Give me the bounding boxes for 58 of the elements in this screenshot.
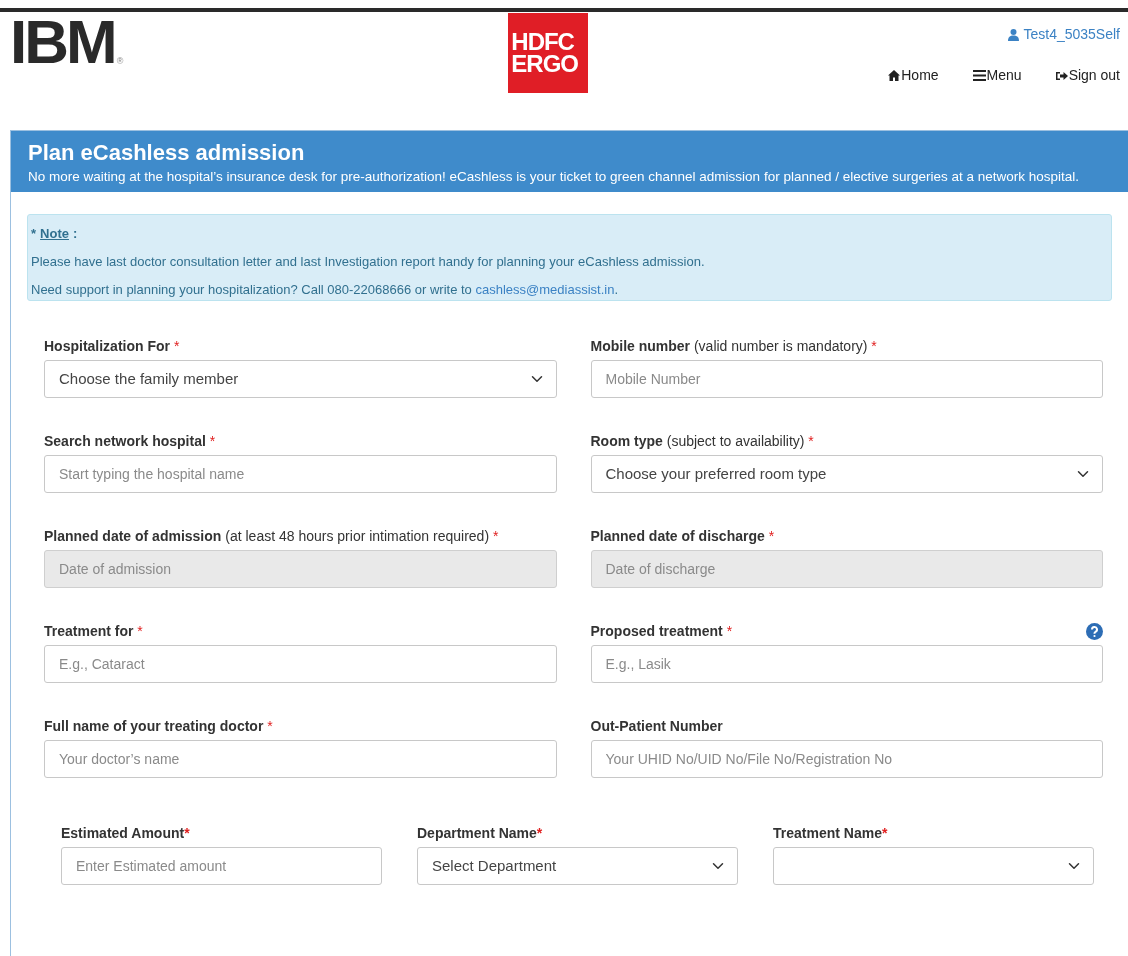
note-text: Need support in planning your hospitalization? Call 080-22068666 or write to cashless@mediassist.in. [31,281,619,299]
required-asterisk: * [536,825,543,841]
input-field[interactable]: Start typing the hospital name [44,455,557,493]
field-label: Planned date of discharge * [590,526,775,546]
required-asterisk: * [726,622,733,639]
select-value: Select Department [432,855,557,876]
home-icon [888,70,901,81]
field-label: Department Name* [417,824,544,843]
required-asterisk: * [492,527,499,544]
field-label: Hospitalization For * [44,336,180,356]
dropdown-select[interactable]: Choose your preferred room type [590,455,1103,493]
input-field[interactable]: Your doctor’s name [44,740,557,778]
logo-text: HDFC [511,31,575,53]
input-field[interactable]: Enter Estimated amount [61,847,382,885]
input-field[interactable]: Mobile Number [590,360,1103,398]
note-text: Please have last doctor consultation letter and last Investigation report handy for planning your eCashless admission. [31,253,706,271]
nav-link[interactable]: Sign out [1055,65,1120,86]
field-label: Full name of your treating doctor * [44,716,273,736]
menu-icon [972,70,986,81]
nav-link[interactable]: Menu [972,65,1022,86]
required-asterisk: * [881,825,888,841]
nav-link[interactable]: Home [888,65,939,86]
field-label: Treatment for * [44,621,143,641]
required-asterisk: * [768,527,775,544]
page-title: Plan eCashless admission [28,140,306,166]
page-description: No more waiting at the hospital’s insurance desk for pre-authorization! eCashless is your ticket to green channel admission for planned / elective surgeries at a network hospital. [28,168,1081,186]
required-asterisk: * [808,432,814,449]
required-asterisk: * [871,337,877,354]
field-label: Estimated Amount* [61,824,191,843]
dropdown-select[interactable]: Choose the family member [44,360,557,398]
input-field[interactable]: E.g., Cataract [44,645,557,683]
user-link[interactable]: Test4_5035Self [1008,24,1120,45]
note-title: Note [40,225,69,243]
required-asterisk: * [173,337,180,354]
note-colon: : [72,225,78,243]
select-value: Choose your preferred room type [605,463,827,484]
ibm-logo: IBM [10,14,115,70]
field-label: Mobile number (valid number is mandatory) * [590,336,877,356]
required-asterisk: * [137,622,143,639]
help-icon[interactable] [1086,622,1103,640]
select-value: Choose the family member [59,368,239,389]
sign-out-icon [1055,70,1068,81]
field-label: Room type (subject to availability) * [590,431,814,451]
field-label: Search network hospital * [44,431,216,451]
field-label: Out-Patient Number [590,716,723,736]
dropdown-select[interactable]: Select Department [417,847,738,885]
note-asterisk: * [31,225,37,243]
input-field[interactable]: E.g., Lasik [590,645,1103,683]
input-field[interactable]: Your UHID No/UID No/File No/Registration No [590,740,1103,778]
required-asterisk: * [209,432,216,449]
required-asterisk: * [267,717,273,734]
user-icon [1008,28,1020,41]
field-label: Treatment Name* [773,824,889,843]
required-asterisk: * [184,825,190,841]
registered-mark: ® [116,54,124,68]
logo-text: ERGO [511,53,579,75]
field-label: Planned date of admission (at least 48 hours prior intimation required) * [44,526,499,546]
field-label: Proposed treatment * [590,621,733,641]
